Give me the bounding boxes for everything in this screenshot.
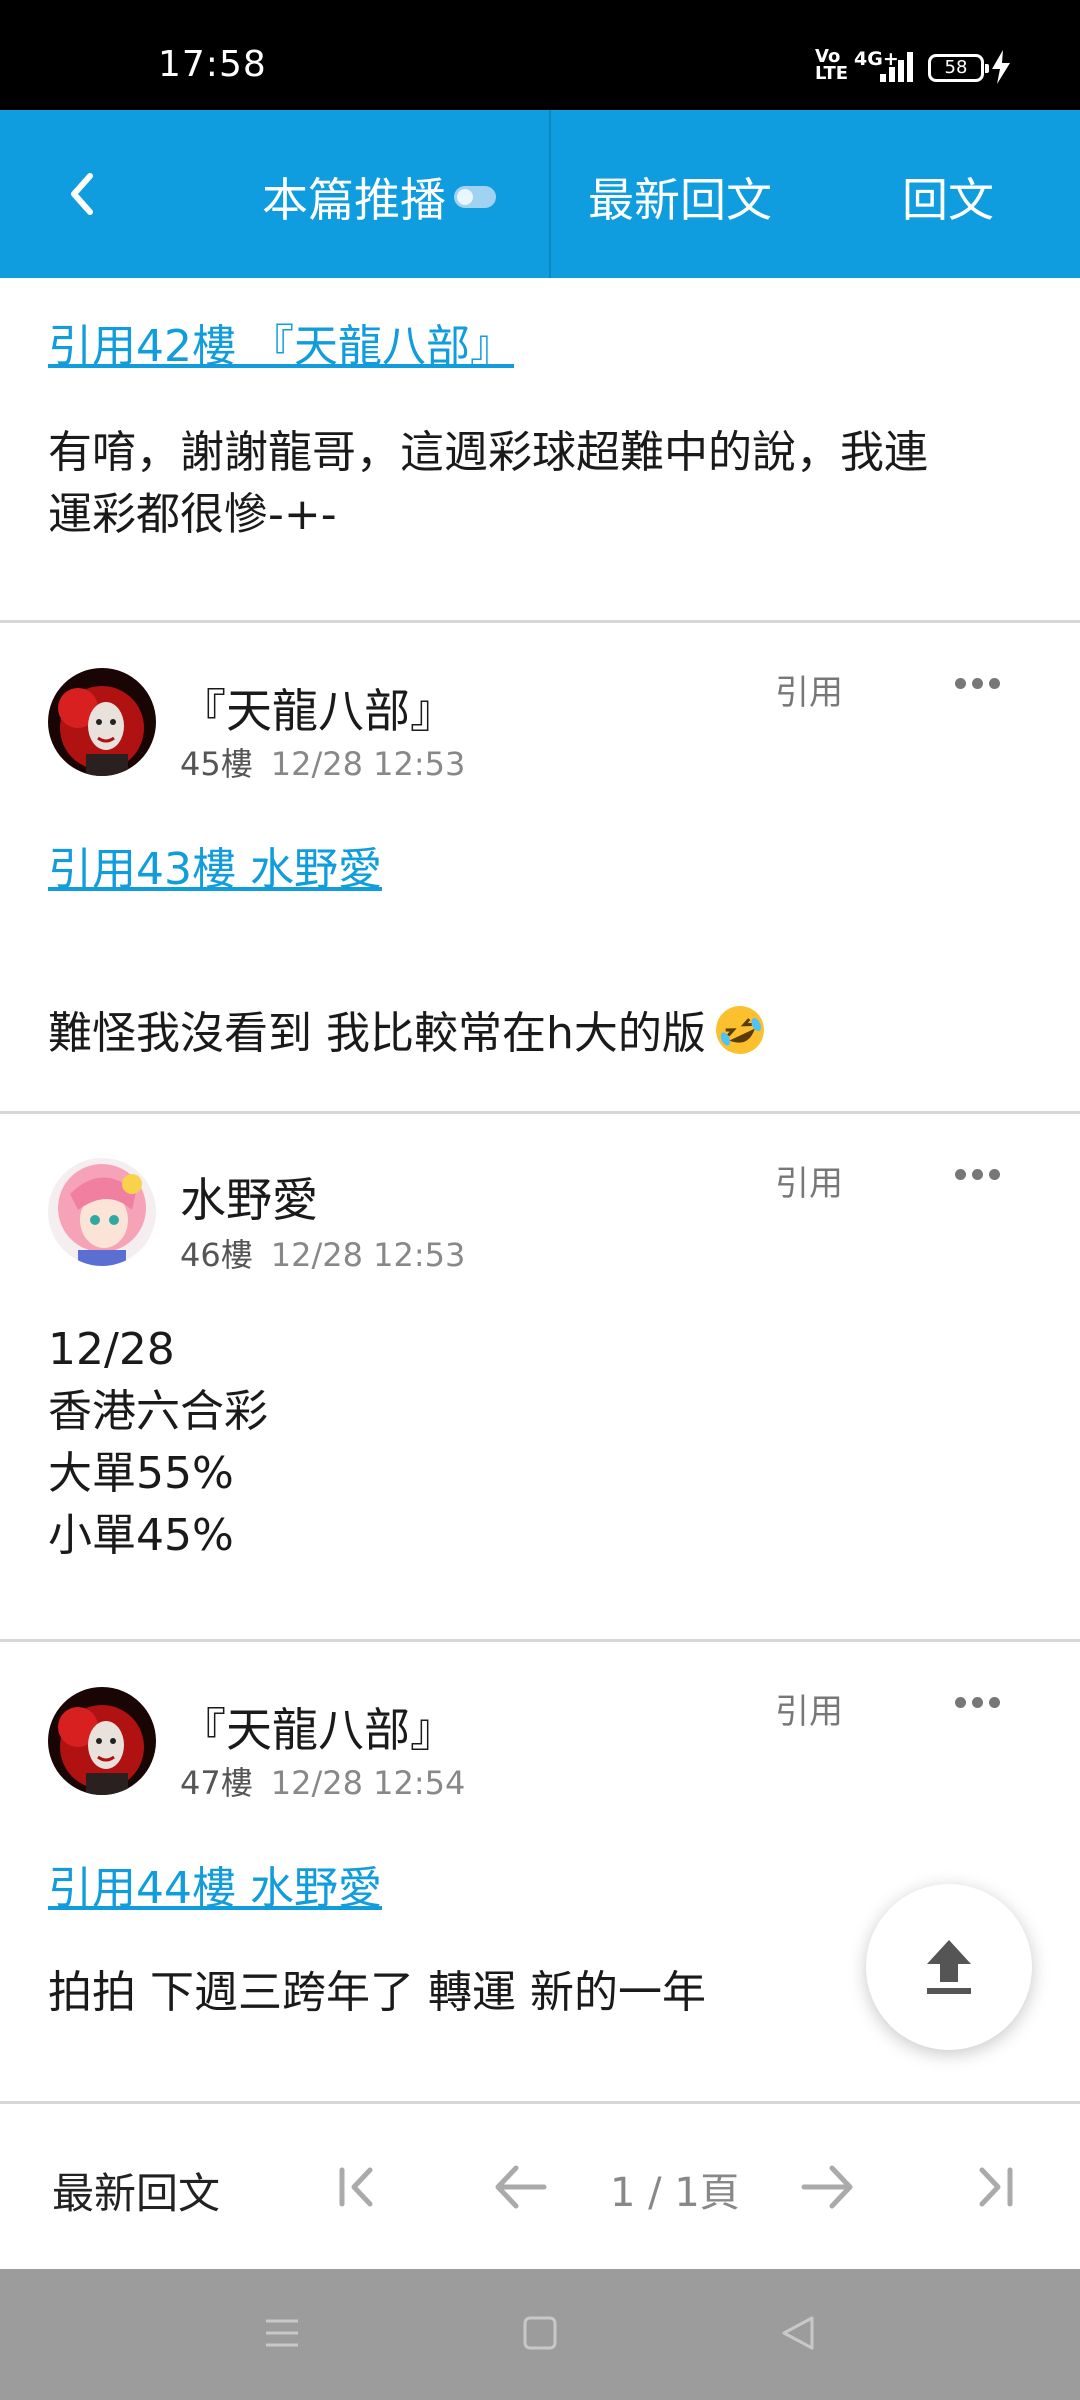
push-label: 本篇推播 [262, 173, 446, 227]
quote-link[interactable]: 引用44樓 水野愛 [48, 1852, 382, 1916]
more-options-icon[interactable] [955, 1697, 1001, 1709]
author-name[interactable]: 『天龍八部』 [180, 1694, 456, 1760]
quote-button[interactable]: 引用 [775, 1684, 843, 1733]
more-options-icon[interactable] [955, 678, 1001, 690]
arrow-left-icon[interactable] [486, 2152, 556, 2222]
volte-indicator: Vo LTE [815, 46, 849, 84]
top-app-bar: 本篇推播 最新回文 回文 [0, 110, 1080, 278]
avatar-image [48, 1687, 156, 1795]
avatar[interactable] [48, 668, 156, 776]
avatar[interactable] [48, 1158, 156, 1266]
post-time: 12/28 12:54 [270, 1764, 466, 1802]
floor-number: 46樓 [180, 1236, 253, 1274]
battery-level: 58 [944, 57, 968, 78]
post-46: 水野愛 46樓 12/28 12:53 引用 12/28 香港六合彩 大單55% … [0, 1114, 1080, 1642]
first-page-icon[interactable] [320, 2152, 390, 2222]
floor-number: 45樓 [180, 745, 253, 783]
signal-icon [880, 52, 914, 82]
post-time: 12/28 12:53 [270, 745, 466, 783]
arrow-right-icon[interactable] [792, 2152, 862, 2222]
upload-arrow-icon [927, 1940, 971, 1994]
divider [549, 110, 551, 278]
toggle-switch[interactable] [454, 186, 496, 208]
post-44: 引用42樓 『天龍八部』 有唷，謝謝龍哥，這週彩球超難中的說，我連 運彩都很慘-… [0, 278, 1080, 623]
post-body: 難怪我沒看到 我比較常在h大的版 [48, 941, 1040, 1065]
pagination-bar: 最新回文 1 / 1頁 [0, 2104, 1080, 2269]
post-body: 有唷，謝謝龍哥，這週彩球超難中的說，我連 運彩都很慘-+- [48, 427, 928, 540]
post-meta: 47樓 12/28 12:54 [180, 1758, 465, 1804]
last-page-icon[interactable] [962, 2152, 1032, 2222]
quote-link[interactable]: 引用43樓 水野愛 [48, 833, 382, 897]
post-time: 12/28 12:53 [270, 1236, 466, 1274]
avatar-image [48, 668, 156, 776]
latest-replies-link[interactable]: 最新回文 [52, 2160, 220, 2221]
quote-button[interactable]: 引用 [775, 665, 843, 714]
status-bar: 17:58 Vo LTE 4G+ 58 [0, 0, 1080, 110]
page-indicator: 1 / 1頁 [610, 2170, 740, 2216]
back-icon[interactable] [60, 162, 108, 226]
floor-number: 47樓 [180, 1764, 253, 1802]
avatar-image [48, 1158, 156, 1266]
battery-icon: 58 [928, 54, 989, 82]
post-meta: 46樓 12/28 12:53 [180, 1230, 465, 1276]
post-45: 『天龍八部』 45樓 12/28 12:53 引用 引用43樓 水野愛 難怪我沒看… [0, 623, 1080, 1114]
charging-icon [992, 50, 1010, 84]
latest-replies-button[interactable]: 最新回文 [588, 164, 772, 230]
menu-icon[interactable] [262, 2313, 302, 2353]
post-body: 12/28 香港六合彩 大單55% 小單45% [48, 1324, 268, 1561]
push-notification-toggle[interactable]: 本篇推播 [262, 164, 496, 230]
rofl-emoji-icon [715, 1006, 764, 1054]
back-nav-icon[interactable] [778, 2313, 818, 2353]
post-meta: 45樓 12/28 12:53 [180, 739, 465, 785]
avatar[interactable] [48, 1687, 156, 1795]
scroll-top-button[interactable] [866, 1884, 1032, 2050]
author-name[interactable]: 水野愛 [180, 1164, 318, 1230]
author-name[interactable]: 『天龍八部』 [180, 675, 456, 741]
status-time: 17:58 [158, 44, 267, 85]
system-navigation-bar [0, 2269, 1080, 2400]
more-options-icon[interactable] [955, 1169, 1001, 1181]
reply-button[interactable]: 回文 [902, 164, 994, 230]
quote-link[interactable]: 引用42樓 『天龍八部』 [48, 310, 514, 374]
home-icon[interactable] [520, 2313, 560, 2353]
quote-button[interactable]: 引用 [775, 1156, 843, 1205]
